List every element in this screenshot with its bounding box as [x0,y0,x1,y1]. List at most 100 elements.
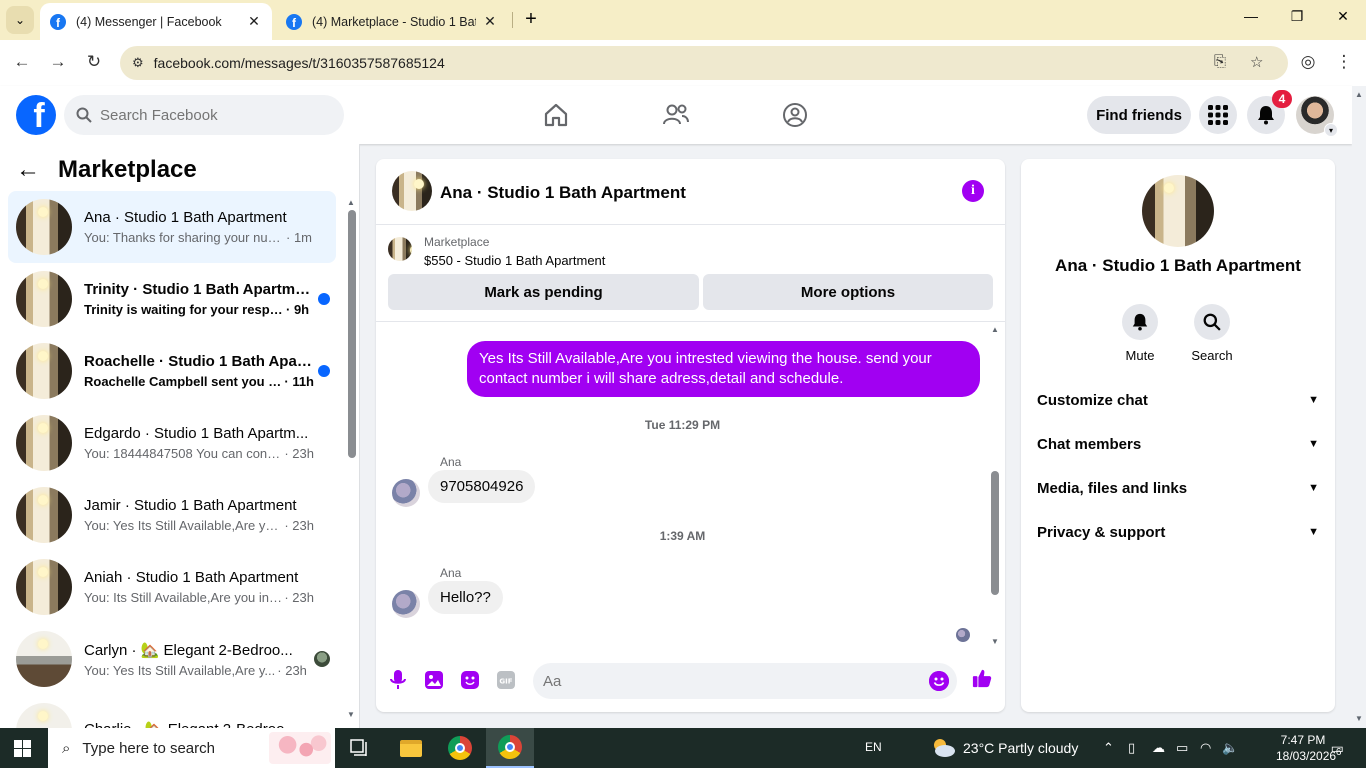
minimize-button[interactable]: — [1228,8,1274,24]
task-view-icon[interactable] [336,728,384,768]
wifi-icon[interactable]: ◠ [1200,740,1211,756]
device-icon[interactable]: ▯ [1128,740,1135,756]
incoming-message[interactable]: 9705804926 [428,470,536,503]
scroll-down-arrow-icon[interactable]: ▼ [1355,714,1363,723]
chat-time: · 9h [286,302,310,317]
chat-item-carlyn[interactable]: Carlyn · 🏡 Elegant 2-Bedroo... You: Yes … [8,623,336,695]
section-privacy-support[interactable]: Privacy & support ▼ [1037,512,1319,552]
more-options-button[interactable]: More options [703,274,993,310]
groups-icon[interactable] [780,100,810,130]
omnibox[interactable]: ⚙ facebook.com/messages/t/31603575876851… [120,46,1288,80]
marketplace-label: Marketplace [424,235,490,249]
forward-button[interactable]: → [46,52,70,72]
bookmark-star-icon[interactable]: ☆ [1250,53,1263,71]
weather-text[interactable]: 23°C Partly cloudy [963,740,1078,756]
search-input[interactable] [100,106,320,124]
menu-grid-button[interactable] [1199,96,1237,134]
section-media-files-links[interactable]: Media, files and links ▼ [1037,468,1319,508]
maximize-button[interactable]: ❐ [1274,8,1320,25]
scroll-down-arrow-icon[interactable]: ▼ [991,637,999,646]
gif-icon[interactable]: GIF [496,670,516,690]
chat-item-edgardo[interactable]: Edgardo · Studio 1 Bath Apartm... You: 1… [8,407,336,479]
profile-avatar[interactable] [1142,175,1214,247]
section-chat-members[interactable]: Chat members ▼ [1037,424,1319,464]
scrollbar-thumb[interactable] [348,210,356,458]
chat-item-charlie[interactable]: Charlie · 🏡 Elegant 2-Bedroo... [8,695,336,728]
system-clock[interactable]: 7:47 PM 18/03/2026 [1276,732,1336,764]
find-friends-button[interactable]: Find friends [1087,96,1191,134]
search-icon [1203,313,1221,331]
browser-menu-icon[interactable]: ⋮ [1332,52,1356,72]
conversation-avatar[interactable] [392,171,432,211]
back-button[interactable]: ← [10,52,34,72]
sender-avatar[interactable] [392,590,420,618]
volume-icon[interactable]: 🔈 [1222,740,1238,756]
home-icon[interactable] [541,100,571,130]
close-window-button[interactable]: ✕ [1320,8,1366,25]
chat-item-trinity[interactable]: Trinity · Studio 1 Bath Apartment Trinit… [8,263,336,335]
facebook-logo-icon[interactable]: f [16,95,56,135]
file-explorer-icon[interactable] [387,728,435,768]
site-settings-icon[interactable]: ⚙ [132,55,144,71]
tab-messenger[interactable]: f (4) Messenger | Facebook ✕ [40,3,272,40]
chat-item-ana[interactable]: Ana · Studio 1 Bath Apartment You: Thank… [8,191,336,263]
chevron-down-icon: ▼ [1308,482,1319,494]
chat-item-roachelle[interactable]: Roachelle · Studio 1 Bath Apart... Roach… [8,335,336,407]
profile-icon[interactable]: ◎ [1296,52,1320,72]
info-icon[interactable]: i [962,180,984,202]
page-scrollbar[interactable]: ▲ ▼ [1352,86,1366,728]
incoming-message[interactable]: Hello?? [428,581,503,614]
close-tab-icon[interactable]: ✕ [482,13,498,30]
emoji-icon[interactable] [929,671,949,691]
account-avatar[interactable]: ▾ [1296,96,1338,137]
microphone-icon[interactable] [388,670,408,690]
photo-icon[interactable] [424,670,444,690]
scroll-down-arrow-icon[interactable]: ▼ [347,710,355,719]
chevron-up-icon[interactable]: ⌃ [1103,740,1114,756]
marketplace-listing-info[interactable]: Marketplace $550 - Studio 1 Bath Apartme… [388,235,605,268]
message-input[interactable] [543,672,923,690]
chat-name: Ana · Studio 1 Bath Apartment [84,209,287,226]
chat-list-scrollbar[interactable]: ▲ ▼ [346,198,356,719]
chevron-down-icon: ⌄ [14,13,26,27]
new-tab-button[interactable]: + [520,8,542,30]
battery-icon[interactable]: ▭ [1176,740,1188,756]
close-tab-icon[interactable]: ✕ [246,13,262,30]
tab-marketplace[interactable]: f (4) Marketplace - Studio 1 Bath ✕ [276,3,508,40]
scroll-up-arrow-icon[interactable]: ▲ [1355,90,1363,99]
mute-action[interactable]: Mute [1110,304,1170,363]
sender-avatar[interactable] [392,479,420,507]
action-center-button[interactable]: ▭ 6 [1326,739,1346,758]
chat-item-jamir[interactable]: Jamir · Studio 1 Bath Apartment You: Yes… [8,479,336,551]
conversation-title[interactable]: Ana · Studio 1 Bath Apartment [440,183,686,203]
tab-search-button[interactable]: ⌄ [6,6,34,34]
chat-item-aniah[interactable]: Aniah · Studio 1 Bath Apartment You: Its… [8,551,336,623]
facebook-search[interactable] [64,95,344,135]
section-customize-chat[interactable]: Customize chat ▼ [1037,380,1319,420]
chat-preview: You: 18444847508 You can contac... [84,446,283,461]
friends-icon[interactable] [661,100,691,130]
notification-count: 6 [1335,746,1342,758]
back-arrow-icon[interactable]: ← [16,156,40,184]
chrome-active-icon[interactable] [486,728,534,768]
sticker-icon[interactable] [460,670,480,690]
timestamp: Tue 11:29 PM [644,418,721,432]
install-app-icon[interactable]: ⎘ [1214,53,1226,70]
scroll-up-arrow-icon[interactable]: ▲ [347,198,355,207]
thread-scrollbar[interactable]: ▲ ▼ [989,325,1001,651]
chat-time: · 23h [284,590,314,605]
scrollbar-thumb[interactable] [991,471,999,595]
scroll-up-arrow-icon[interactable]: ▲ [991,325,999,334]
language-indicator[interactable]: EN [865,740,882,754]
thumbs-up-icon[interactable] [972,668,992,688]
mark-as-pending-button[interactable]: Mark as pending [388,274,699,310]
onedrive-cloud-icon[interactable]: ☁ [1152,740,1165,756]
windows-start-icon[interactable] [14,740,31,757]
reload-button[interactable]: ↻ [82,52,106,72]
search-icon: ⌕ [62,739,71,757]
message-input-box[interactable] [533,663,957,699]
chrome-icon[interactable] [436,728,484,768]
taskbar-search[interactable]: ⌕ Type here to search [48,728,335,768]
search-action[interactable]: Search [1182,304,1242,363]
outgoing-message[interactable]: Yes Its Still Available,Are you intreste… [467,341,980,397]
